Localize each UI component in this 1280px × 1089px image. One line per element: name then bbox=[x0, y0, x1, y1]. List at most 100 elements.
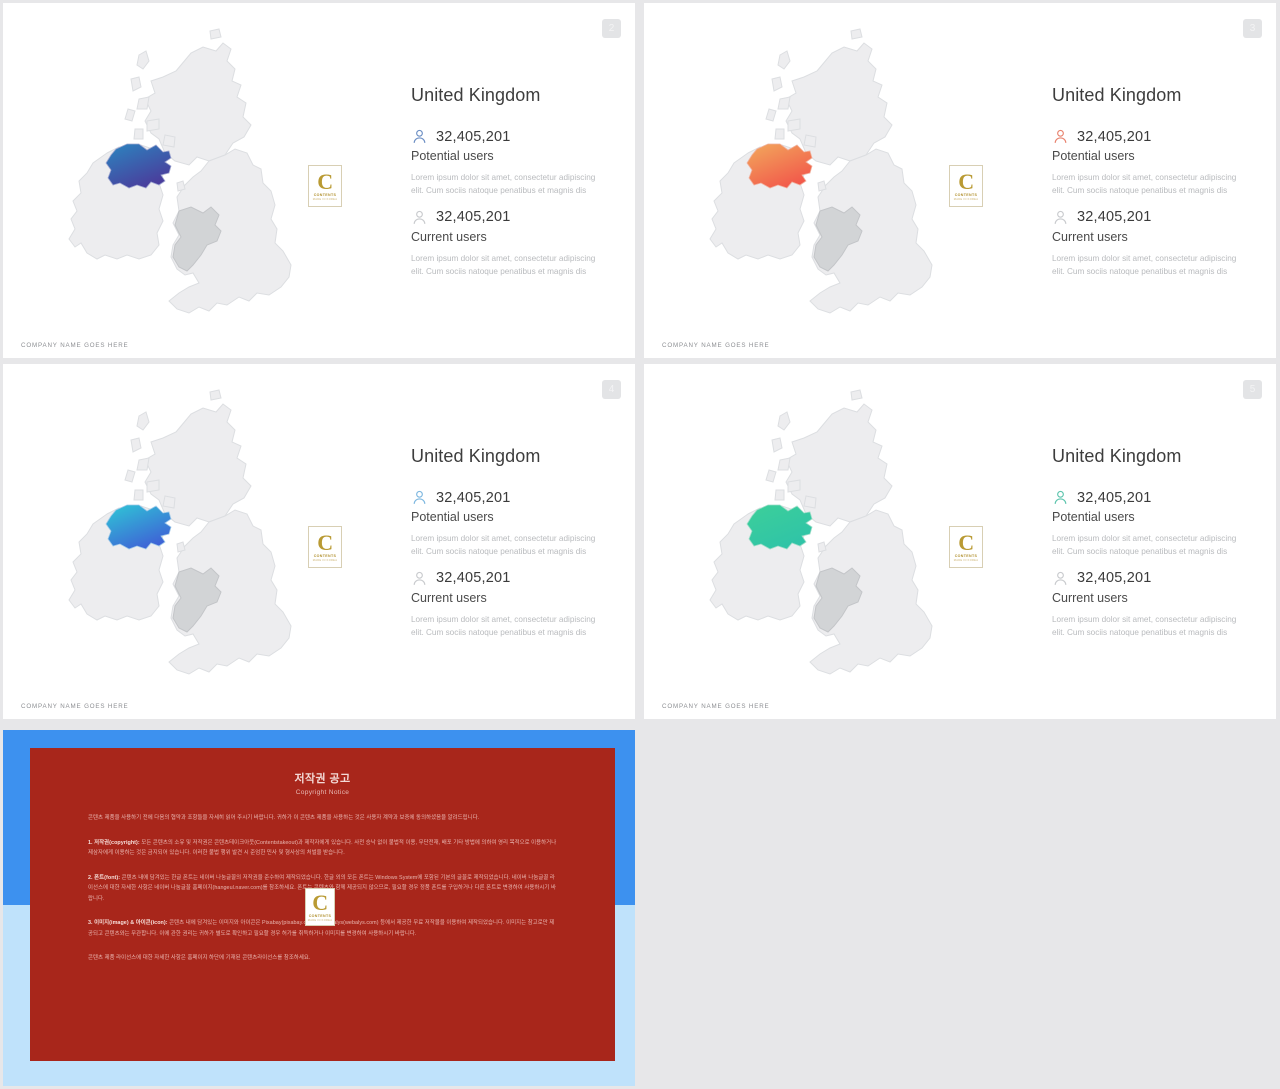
potential-users-label: Potential users bbox=[1052, 510, 1135, 524]
copyright-intro: 콘텐츠 제품을 사용하기 전에 다음의 협약과 조항들을 자세히 읽어 주시기 … bbox=[88, 815, 480, 821]
current-users-row: 32,405,201 bbox=[1052, 570, 1262, 587]
slide-panel-2[interactable]: 2 C CONTENTS MADE IN KOREA United Kingdo… bbox=[3, 3, 635, 358]
current-users-label: Current users bbox=[411, 229, 487, 244]
current-users-desc: Lorem ipsum dolor sit amet, consectetur … bbox=[1052, 614, 1237, 637]
current-users-label: Current users bbox=[1052, 229, 1128, 244]
potential-users-value: 32,405,201 bbox=[436, 489, 511, 506]
region-orkney bbox=[209, 28, 222, 40]
current-users-desc: Lorem ipsum dolor sit amet, consectetur … bbox=[1052, 253, 1237, 276]
copyright-subtitle: Copyright Notice bbox=[295, 789, 350, 796]
region-scotland bbox=[144, 42, 252, 166]
country-title: United Kingdom bbox=[411, 446, 541, 466]
user-icon bbox=[413, 571, 426, 585]
brand-name: CONTENTS bbox=[954, 553, 978, 558]
region-isle-of-man bbox=[176, 180, 186, 192]
current-users-value: 32,405,201 bbox=[436, 209, 511, 226]
copyright-item-1-body: 모든 콘텐츠의 소유 및 저작권은 콘텐츠테이크아웃(Contentstakeo… bbox=[88, 839, 557, 857]
slide-panel-5[interactable]: 5 C CONTENTS MADE IN KOREA United Kingdo… bbox=[644, 364, 1276, 719]
potential-users-label: Potential users bbox=[411, 149, 494, 163]
region-outer-hebrides bbox=[136, 411, 150, 431]
copyright-title: 저작권 공고 bbox=[294, 773, 351, 785]
region-orkney bbox=[209, 389, 222, 401]
region-orkney bbox=[850, 28, 863, 40]
region-northern-ireland-highlight bbox=[746, 504, 813, 550]
potential-users-row: 32,405,201 bbox=[411, 128, 621, 145]
brand-subtitle: MADE IN KOREA bbox=[312, 197, 338, 201]
region-isles-3 bbox=[765, 108, 777, 122]
region-shetland bbox=[162, 495, 176, 509]
slide-deck-canvas: 2 C CONTENTS MADE IN KOREA United Kingdo… bbox=[0, 0, 1280, 1089]
potential-users-row: 32,405,201 bbox=[1052, 128, 1262, 145]
current-users-desc: Lorem ipsum dolor sit amet, consectetur … bbox=[411, 253, 596, 276]
region-isles-4 bbox=[146, 479, 160, 493]
potential-users-row: 32,405,201 bbox=[1052, 489, 1262, 506]
brand-subtitle: MADE IN KOREA bbox=[953, 558, 979, 562]
brand-name: CONTENTS bbox=[313, 553, 337, 558]
page-number-badge[interactable]: 2 bbox=[602, 19, 621, 38]
current-users-value: 32,405,201 bbox=[1077, 209, 1152, 226]
region-isles-3 bbox=[124, 469, 136, 483]
region-isles-2 bbox=[777, 96, 791, 110]
user-icon bbox=[1054, 210, 1067, 224]
copyright-item-1-head: 1. 저작권(copyright): bbox=[88, 839, 140, 846]
page-number-badge[interactable]: 4 bbox=[602, 380, 621, 399]
region-isles-3 bbox=[765, 469, 777, 483]
region-shetland bbox=[162, 134, 176, 148]
potential-users-value: 32,405,201 bbox=[1077, 128, 1152, 145]
user-icon bbox=[1054, 490, 1067, 504]
region-isles-4 bbox=[787, 479, 801, 493]
user-icon bbox=[1054, 129, 1067, 143]
page-number-badge[interactable]: 5 bbox=[1243, 380, 1262, 399]
region-isles-4 bbox=[146, 118, 160, 132]
brand-letter-icon: C bbox=[312, 889, 328, 915]
region-northern-ireland-highlight bbox=[105, 504, 172, 550]
region-outer-hebrides bbox=[777, 50, 791, 70]
region-isle-of-man bbox=[817, 180, 827, 192]
brand-letter-icon: C bbox=[317, 529, 333, 555]
region-northern-ireland-highlight bbox=[746, 143, 813, 189]
region-scotland bbox=[785, 403, 893, 527]
copyright-item-3-head: 3. 이미지(image) & 아이콘(icon): bbox=[88, 920, 168, 927]
region-isle-of-man bbox=[176, 541, 186, 553]
page-number-badge[interactable]: 3 bbox=[1243, 19, 1262, 38]
current-users-label: Current users bbox=[411, 590, 487, 605]
brand-name: CONTENTS bbox=[308, 913, 332, 918]
user-icon bbox=[413, 210, 426, 224]
current-users-row: 32,405,201 bbox=[1052, 209, 1262, 226]
region-orkney bbox=[850, 389, 863, 401]
potential-users-desc: Lorem ipsum dolor sit amet, consectetur … bbox=[1052, 534, 1237, 557]
slide-panel-3[interactable]: 3 C CONTENTS MADE IN KOREA United Kingdo… bbox=[644, 3, 1276, 358]
company-footer: COMPANY NAME GOES HERE bbox=[662, 703, 770, 710]
potential-users-label: Potential users bbox=[1052, 149, 1135, 163]
region-northern-ireland-highlight bbox=[105, 143, 172, 189]
copyright-item-1: 1. 저작권(copyright): 모든 콘텐츠의 소유 및 저작권은 콘텐츠… bbox=[88, 838, 557, 859]
region-outer-hebrides bbox=[136, 50, 150, 70]
brand-letter-icon: C bbox=[958, 529, 974, 555]
region-isles-4 bbox=[787, 118, 801, 132]
brand-subtitle: MADE IN KOREA bbox=[953, 197, 979, 201]
brand-name: CONTENTS bbox=[313, 192, 337, 197]
slide-panel-4[interactable]: 4 C CONTENTS MADE IN KOREA United Kingdo… bbox=[3, 364, 635, 719]
potential-users-value: 32,405,201 bbox=[1077, 489, 1152, 506]
region-isles-5 bbox=[133, 128, 144, 140]
copyright-item-2-head: 2. 폰트(font): bbox=[88, 874, 121, 881]
region-isles-1 bbox=[771, 76, 783, 92]
current-users-row: 32,405,201 bbox=[411, 570, 621, 587]
current-users-label: Current users bbox=[1052, 590, 1128, 605]
region-isles-5 bbox=[774, 489, 785, 501]
current-users-value: 32,405,201 bbox=[1077, 570, 1152, 587]
potential-users-desc: Lorem ipsum dolor sit amet, consectetur … bbox=[411, 173, 596, 196]
country-info-panel: United Kingdom 32,405,201 Potential user… bbox=[411, 446, 621, 650]
brand-letter-icon: C bbox=[317, 168, 333, 194]
potential-users-desc: Lorem ipsum dolor sit amet, consectetur … bbox=[1052, 173, 1237, 196]
country-info-panel: United Kingdom 32,405,201 Potential user… bbox=[1052, 85, 1262, 289]
brand-logo-plate: C CONTENTS MADE IN KOREA bbox=[308, 526, 342, 568]
region-isles-2 bbox=[136, 96, 150, 110]
brand-logo-plate-copyright: C CONTENTS MADE IN KOREA bbox=[305, 888, 335, 926]
company-footer: COMPANY NAME GOES HERE bbox=[21, 342, 129, 349]
company-footer: COMPANY NAME GOES HERE bbox=[21, 703, 129, 710]
region-scotland bbox=[144, 403, 252, 527]
user-icon bbox=[413, 129, 426, 143]
user-icon bbox=[413, 490, 426, 504]
brand-logo-plate: C CONTENTS MADE IN KOREA bbox=[949, 526, 983, 568]
